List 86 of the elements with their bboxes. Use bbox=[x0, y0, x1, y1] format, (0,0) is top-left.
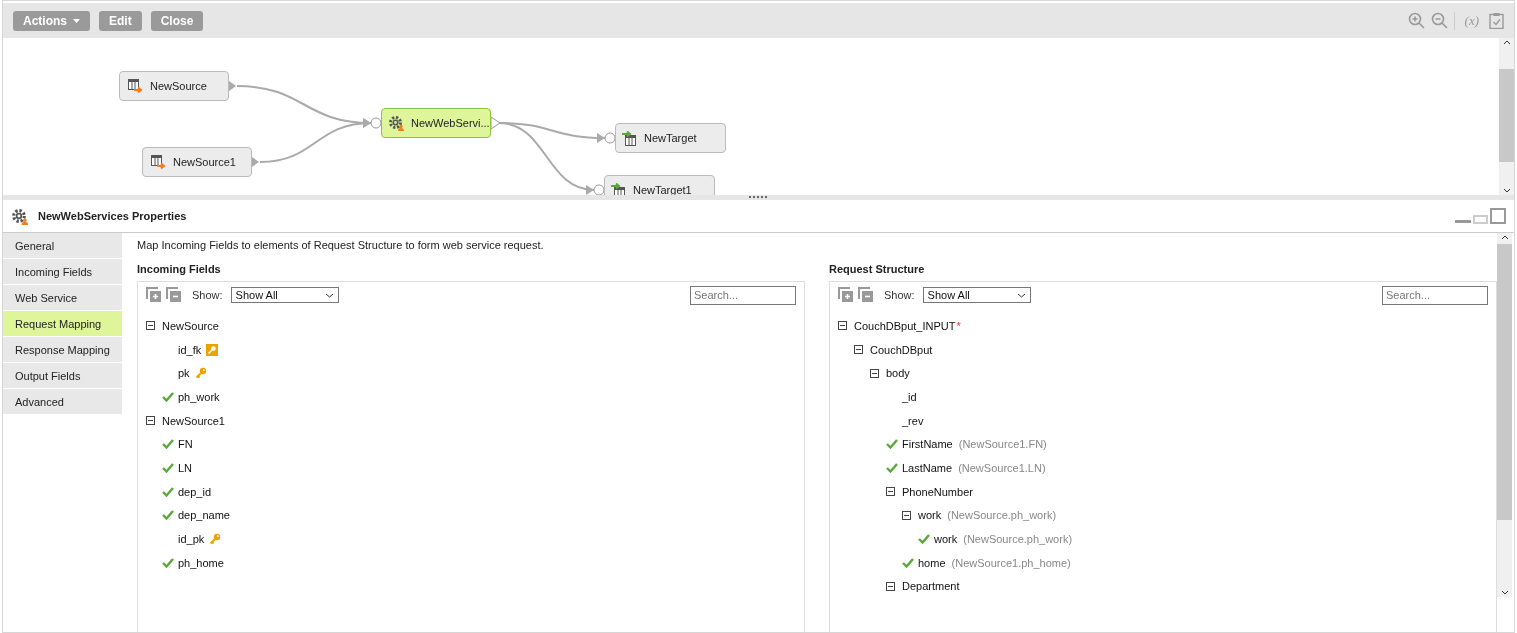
maximize-icon[interactable] bbox=[1490, 208, 1506, 224]
tree-item[interactable]: ph_home bbox=[178, 556, 224, 569]
scroll-down-icon[interactable] bbox=[1500, 590, 1509, 595]
transformation-node[interactable]: NewTarget bbox=[615, 123, 726, 153]
clipboard-check-icon[interactable] bbox=[1489, 12, 1504, 29]
table-arrow-icon bbox=[151, 154, 166, 170]
expand-all-icon[interactable] bbox=[838, 287, 854, 303]
side-tab[interactable]: Output Fields bbox=[3, 363, 122, 389]
side-tab[interactable]: Incoming Fields bbox=[3, 259, 122, 285]
table-arrow-icon bbox=[128, 78, 143, 94]
chevron-down-icon bbox=[1016, 292, 1026, 298]
collapse-all-icon[interactable] bbox=[858, 287, 874, 303]
collapse-icon[interactable] bbox=[146, 416, 155, 426]
tree-item[interactable]: _rev bbox=[902, 414, 924, 427]
collapse-icon[interactable] bbox=[870, 368, 879, 378]
mapped-source: (NewSource1.ph_home) bbox=[951, 556, 1071, 569]
scroll-up-icon[interactable] bbox=[1502, 40, 1511, 45]
tree-item[interactable]: id_fk bbox=[178, 343, 202, 356]
collapse-icon[interactable] bbox=[886, 487, 895, 497]
collapse-icon[interactable] bbox=[838, 321, 847, 331]
tree-item[interactable]: body bbox=[886, 367, 910, 380]
panel-title: NewWebServices Properties bbox=[38, 210, 187, 222]
show-label: Show: bbox=[884, 289, 915, 301]
tree-item[interactable]: pk bbox=[178, 367, 190, 380]
search-field[interactable]: Search... bbox=[1382, 285, 1488, 305]
tree-item[interactable]: dep_name bbox=[178, 509, 230, 522]
scroll-down-icon[interactable] bbox=[1502, 188, 1511, 193]
input-port[interactable] bbox=[604, 132, 616, 144]
show-dropdown[interactable]: Show All bbox=[922, 287, 1031, 303]
splitter-grip-icon[interactable] bbox=[747, 195, 770, 199]
tree-item[interactable]: LastName bbox=[902, 461, 953, 474]
zoom-in-icon[interactable] bbox=[1407, 12, 1425, 29]
tree-item[interactable]: _id bbox=[902, 390, 917, 403]
transformation-node[interactable]: NewSource1 bbox=[142, 147, 252, 177]
vertical-scrollbar[interactable] bbox=[1497, 233, 1512, 597]
vertical-scrollbar[interactable] bbox=[1499, 38, 1514, 195]
mapped-source: (NewSource.ph_work) bbox=[947, 509, 1057, 522]
section-title: Request Structure bbox=[829, 262, 926, 277]
tree-item[interactable]: home bbox=[918, 556, 946, 569]
tree-item[interactable]: ph_work bbox=[178, 390, 220, 403]
collapse-icon[interactable] bbox=[886, 581, 895, 591]
collapse-icon[interactable] bbox=[902, 510, 911, 520]
tree-item[interactable]: NewSource bbox=[162, 319, 219, 332]
tree-item[interactable]: id_pk bbox=[178, 533, 205, 546]
caret-icon bbox=[73, 18, 80, 23]
section-title: Incoming Fields bbox=[137, 262, 222, 277]
tree-item[interactable]: FirstName bbox=[902, 438, 953, 451]
side-tab[interactable]: Response Mapping bbox=[3, 337, 122, 363]
side-tab[interactable]: Request Mapping bbox=[3, 311, 122, 337]
search-field[interactable]: Search... bbox=[690, 285, 796, 305]
tree-item[interactable]: CouchDBput_INPUT bbox=[854, 319, 956, 332]
mapped-source: (NewSource.ph_work) bbox=[963, 533, 1073, 546]
side-tab[interactable]: Web Service bbox=[3, 285, 122, 311]
tree-item[interactable]: work bbox=[918, 509, 942, 522]
mapped-source: (NewSource1.LN) bbox=[958, 461, 1046, 474]
tree-item[interactable]: dep_id bbox=[178, 485, 212, 498]
collapse-icon[interactable] bbox=[146, 321, 155, 331]
required-mark: * bbox=[956, 319, 961, 332]
collapse-all-icon[interactable] bbox=[166, 287, 182, 303]
input-port[interactable] bbox=[593, 184, 605, 195]
tree-item[interactable]: Department bbox=[902, 580, 960, 593]
mapped-source: (NewSource1.FN) bbox=[958, 438, 1047, 451]
gear-icon bbox=[388, 115, 404, 131]
tree-item[interactable]: work bbox=[934, 533, 958, 546]
collapse-icon[interactable] bbox=[854, 345, 863, 355]
tree-item[interactable]: PhoneNumber bbox=[902, 485, 973, 498]
tree-item[interactable]: LN bbox=[178, 461, 193, 474]
restore-icon[interactable] bbox=[1473, 215, 1488, 224]
side-tab[interactable]: General bbox=[3, 233, 122, 259]
expand-all-icon[interactable] bbox=[146, 287, 162, 303]
arrow-table-icon bbox=[622, 130, 637, 146]
description-text: Map Incoming Fields to elements of Request Structure to form web service request. bbox=[137, 239, 545, 253]
transformation-node[interactable]: NewWebServi... bbox=[381, 108, 491, 138]
tree-item[interactable]: NewSource1 bbox=[162, 414, 225, 427]
side-tab[interactable]: Advanced bbox=[3, 389, 122, 415]
tree-item[interactable]: FN bbox=[178, 438, 193, 451]
minimize-icon[interactable] bbox=[1455, 220, 1471, 224]
input-port[interactable] bbox=[370, 117, 382, 129]
show-dropdown[interactable]: Show All bbox=[230, 287, 339, 303]
scroll-up-icon[interactable] bbox=[1500, 235, 1509, 240]
transformation-node[interactable]: NewSource bbox=[119, 71, 229, 101]
show-label: Show: bbox=[192, 289, 223, 301]
tree-item[interactable]: CouchDBput bbox=[870, 343, 933, 356]
chevron-down-icon bbox=[324, 292, 334, 298]
gear-icon bbox=[11, 207, 28, 225]
zoom-out-icon[interactable] bbox=[1430, 12, 1448, 29]
